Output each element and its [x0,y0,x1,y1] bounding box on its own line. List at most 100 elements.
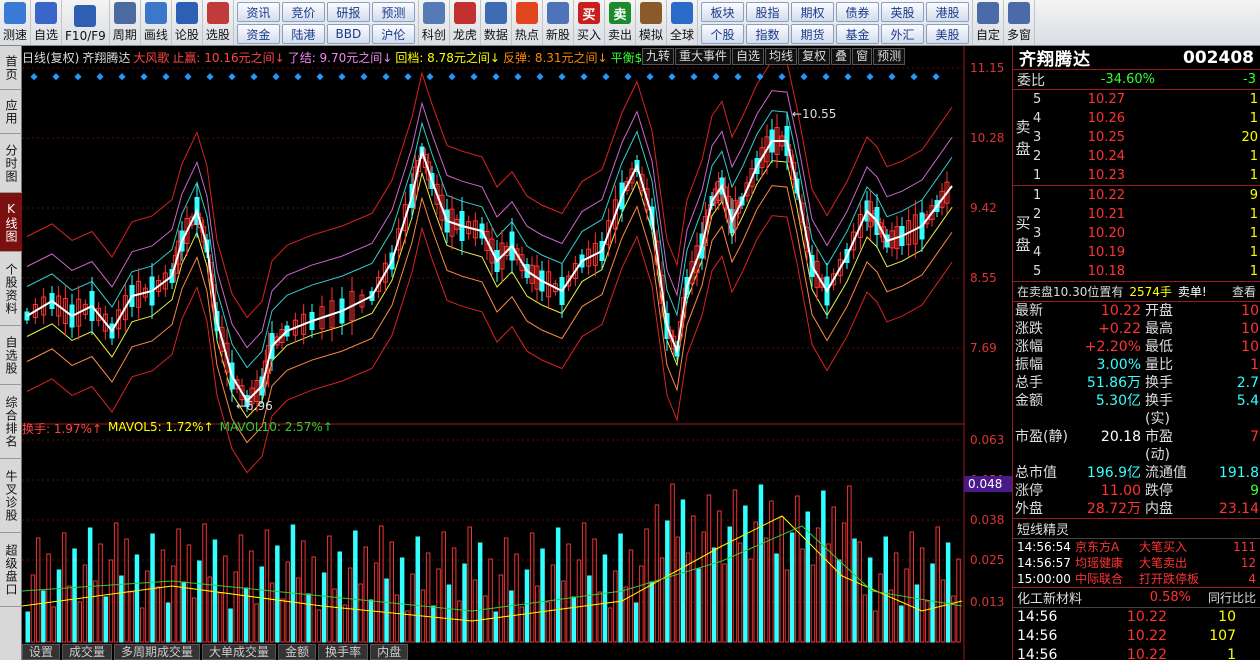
volume-bar [883,536,888,643]
sell-level-1[interactable]: 1 10.23 1 [1033,166,1260,185]
chart-tool-4[interactable]: 复权 [798,48,831,65]
level-price: 10.18 [1087,264,1125,279]
grid-button-0[interactable]: 资讯 [236,2,280,22]
chart-tool-3[interactable]: 均线 [765,48,798,65]
left-tab-3[interactable]: K线图 [0,193,22,252]
chart-tool-5[interactable]: 叠 [831,48,852,65]
grid-button-6[interactable]: 预测 [371,2,415,22]
buy-level-5[interactable]: 5 10.18 1 [1033,262,1260,281]
chart-tool-7[interactable]: 预测 [873,48,906,65]
toolbar-mid-5-button[interactable]: 买买入 [574,0,605,45]
market-button-10[interactable]: 港股 [926,2,969,22]
toolbar-big-2-button[interactable]: F10/F9 [62,0,110,45]
toolbar-mid-3-button[interactable]: 热点 [512,0,543,45]
left-tab-8[interactable]: 超级盘口 [0,533,22,607]
indicator-info-bar: 日线(复权) 齐翔腾达 大风歌 止赢: 10.16元之间↓ 了结: 9.70元之间↓ 回档… [22,48,642,66]
level-volume: 1 [1249,226,1258,241]
indicator-tab-5[interactable]: 换手率 [318,644,369,660]
chart-tool-2[interactable]: 自选 [732,48,765,65]
grid-button-4[interactable]: 研报 [326,2,370,22]
left-tab-5[interactable]: 自选股 [0,326,22,385]
left-tab-6[interactable]: 综合排名 [0,385,22,459]
sell-level-5[interactable]: 5 10.27 1 [1033,90,1260,109]
spirit-item[interactable]: 14:56:54 京东方A 大笔买入 111 [1013,539,1260,555]
level-number: 3 [1033,226,1042,241]
large-order-view-link[interactable]: 查看 [1232,283,1256,300]
indicator-tab-2[interactable]: 多周期成交量 [114,644,201,660]
left-tab-4[interactable]: 个股资料 [0,252,22,326]
buy-book: 买盘 1 10.22 9 2 10.21 1 3 10.20 1 4 10.19 1 5 10.18 1 [1013,186,1260,282]
toolbar-label: 自选 [34,28,59,42]
sector-name[interactable]: 化工新材料 [1017,588,1127,607]
toolbar-mid-4-button[interactable]: 新股 [543,0,574,45]
short-term-spirit-title[interactable]: 短线精灵 [1013,519,1260,539]
vol-axis-label: 0.038 [970,513,1004,527]
grid-button-2[interactable]: 竞价 [281,2,325,22]
toolbar-big-0-button[interactable]: 测速 [0,0,32,45]
market-button-1[interactable]: 个股 [701,24,744,44]
market-button-4[interactable]: 期权 [791,2,834,22]
grid-button-7[interactable]: 沪伦 [371,24,415,44]
indicator-tab-0[interactable]: 设置 [22,644,61,660]
grid-button-5[interactable]: BBD [326,24,370,44]
kline-chart-panel[interactable]: 11.1510.289.428.557.690.0630.0500.0380.0… [22,46,1012,660]
volume-bar [358,583,363,643]
indicator-tab-4[interactable]: 金额 [278,644,317,660]
volume-bar [337,551,342,643]
market-button-9[interactable]: 外汇 [881,24,924,44]
left-tab-2[interactable]: 分时图 [0,134,22,193]
chart-tool-0[interactable]: 九转 [642,48,675,65]
toolbar-big-5-button[interactable]: 论股 [172,0,203,45]
market-button-0[interactable]: 板块 [701,2,744,22]
market-button-6[interactable]: 债券 [836,2,879,22]
volume-bar [691,515,696,643]
sell-level-2[interactable]: 2 10.24 1 [1033,147,1260,166]
toolbar-right-1-button[interactable]: 多窗 [1004,0,1036,45]
volume-bar [904,568,909,643]
market-button-7[interactable]: 基金 [836,24,879,44]
market-button-2[interactable]: 股指 [746,2,789,22]
toolbar-mid-7-button[interactable]: 模拟 [636,0,667,45]
quote-panel: 齐翔腾达 002408 委比 -34.60% -3 卖盘 5 10.27 1 4 10.… [1012,46,1260,660]
indicator-tab-6[interactable]: 内盘 [370,644,409,660]
toolbar-big-3-button[interactable]: 周期 [110,0,141,45]
volume-bar [399,557,405,643]
sector-row: 化工新材料 0.58% 同行比比 [1013,588,1260,608]
toolbar-mid-1-button[interactable]: 龙虎 [450,0,481,45]
left-tab-1[interactable]: 应用 [0,90,22,134]
chart-tool-1[interactable]: 重大事件 [675,48,732,65]
peer-compare-button[interactable]: 同行比比 [1208,589,1256,606]
level-number: 1 [1033,188,1042,203]
indicator-tab-1[interactable]: 成交量 [62,644,113,660]
toolbar-big-4-button[interactable]: 画线 [141,0,172,45]
toolbar-mid-2-button[interactable]: 数据 [481,0,512,45]
grid-button-3[interactable]: 陆港 [281,24,325,44]
toolbar-right-0-button[interactable]: 自定 [973,0,1005,45]
volume-bar [873,610,878,643]
buy-level-2[interactable]: 2 10.21 1 [1033,205,1260,224]
spirit-item[interactable]: 14:56:57 均瑶健康 大笔卖出 12 [1013,555,1260,571]
toolbar-mid-8-button[interactable]: 全球 [667,0,698,45]
market-button-11[interactable]: 美股 [926,24,969,44]
volume-bar [498,574,504,643]
indicator-tab-3[interactable]: 大单成交量 [202,644,277,660]
grid-button-1[interactable]: 资金 [236,24,280,44]
buy-level-1[interactable]: 1 10.22 9 [1033,186,1260,205]
toolbar-big-6-button[interactable]: 选股 [203,0,234,45]
signal-diamond [822,73,830,81]
spirit-item[interactable]: 15:00:00 中际联合 打开跌停板 4 [1013,571,1260,587]
toolbar-mid-6-button[interactable]: 卖卖出 [605,0,636,45]
sell-level-4[interactable]: 4 10.26 1 [1033,109,1260,128]
left-tab-7[interactable]: 牛叉诊股 [0,459,22,533]
toolbar-big-1-button[interactable]: 自选 [31,0,63,45]
kline-chart-svg[interactable]: 11.1510.289.428.557.690.0630.0500.0380.0… [22,46,1012,660]
sell-level-3[interactable]: 3 10.25 20 [1033,128,1260,147]
market-button-3[interactable]: 指数 [746,24,789,44]
market-button-5[interactable]: 期货 [791,24,834,44]
toolbar-mid-0-button[interactable]: 科创 [419,0,450,45]
buy-level-3[interactable]: 3 10.20 1 [1033,224,1260,243]
market-button-8[interactable]: 英股 [881,2,924,22]
buy-level-4[interactable]: 4 10.19 1 [1033,243,1260,262]
chart-tool-6[interactable]: 窗 [852,48,873,65]
left-tab-0[interactable]: 首页 [0,46,22,90]
